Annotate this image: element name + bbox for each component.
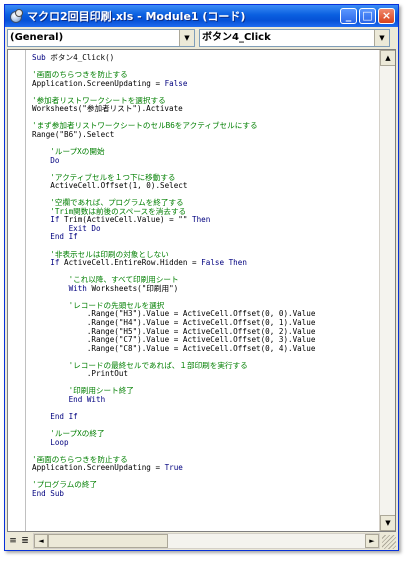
code-line[interactable]: Exit Do: [32, 224, 377, 234]
code-line[interactable]: Do: [32, 155, 377, 166]
code-line[interactable]: .Range("C8").Value = ActiveCell.Offset(0…: [32, 343, 377, 354]
code-keyword: If: [32, 258, 65, 268]
minimize-button[interactable]: _: [340, 8, 357, 24]
code-line[interactable]: Worksheets("参加者リスト").Activate: [32, 105, 377, 114]
code-line[interactable]: End If: [32, 233, 377, 242]
code-keyword: End With: [32, 394, 106, 404]
code-line[interactable]: .PrintOut: [32, 369, 377, 379]
code-token: Application.ScreenUpdating =: [32, 463, 165, 473]
code-line[interactable]: Range("B6").Select: [32, 129, 377, 140]
scroll-left-icon[interactable]: ◄: [34, 534, 48, 548]
code-token: Application.ScreenUpdating =: [32, 78, 165, 88]
code-line[interactable]: Application.ScreenUpdating = True: [32, 463, 377, 473]
code-token: ボタン4_Click(): [50, 53, 115, 62]
code-line[interactable]: Application.ScreenUpdating = False: [32, 78, 377, 89]
code-keyword: Do: [32, 155, 60, 165]
code-line[interactable]: End With: [32, 394, 377, 405]
code-token: .PrintOut: [32, 369, 129, 379]
code-token: Worksheets("参加者リスト").Activate: [32, 104, 183, 114]
code-keyword: Sub: [32, 53, 51, 62]
code-token: ActiveCell.EntireRow.Hidden =: [64, 258, 202, 268]
chevron-down-icon[interactable]: ▼: [374, 30, 389, 46]
close-button[interactable]: ×: [378, 8, 395, 24]
code-keyword: End If: [32, 232, 78, 242]
vertical-scrollbar[interactable]: ▲ ▼: [379, 50, 395, 531]
code-keyword: Loop: [32, 437, 69, 447]
procedure-dropdown-value: ボタン4_Click: [202, 32, 271, 43]
code-line[interactable]: 'プログラムの終了: [32, 481, 377, 490]
bottom-bar: ≡ ≣ ◄ ►: [7, 533, 396, 549]
window-title: マクロ2回目印刷.xls - Module1 (コード): [27, 10, 246, 23]
scroll-down-icon[interactable]: ▼: [380, 515, 395, 531]
maximize-button[interactable]: □: [359, 8, 376, 24]
code-text[interactable]: Sub ボタン4_Click() '画面のちらつきを防止する Application…: [32, 53, 377, 499]
code-token: ActiveCell.Offset(1, 0).Select: [32, 181, 188, 191]
window-controls: _ □ ×: [340, 8, 395, 24]
code-keyword: With: [32, 283, 92, 293]
code-line[interactable]: ActiveCell.Offset(1, 0).Select: [32, 181, 377, 191]
code-token: Range("B6").Select: [32, 129, 115, 139]
code-editor[interactable]: Sub ボタン4_Click() '画面のちらつきを防止する Application…: [7, 49, 396, 532]
code-line[interactable]: End If: [32, 411, 377, 422]
code-line[interactable]: If ActiveCell.EntireRow.Hidden = False T…: [32, 258, 377, 268]
combo-row: (General) ▼ ボタン4_Click ▼: [7, 29, 396, 47]
code-token: .Range("C8").Value = ActiveCell.Offset(0…: [32, 343, 316, 353]
code-keyword: End If: [32, 411, 78, 421]
code-line[interactable]: [32, 404, 377, 413]
code-line[interactable]: Sub ボタン4_Click(): [32, 53, 377, 63]
chevron-down-icon[interactable]: ▼: [179, 30, 194, 46]
object-dropdown[interactable]: (General) ▼: [7, 29, 195, 47]
scroll-up-icon[interactable]: ▲: [380, 50, 395, 66]
code-keyword: End Sub: [32, 488, 65, 498]
code-keyword: False: [164, 78, 188, 88]
horizontal-scrollbar[interactable]: ◄ ►: [33, 533, 380, 549]
procedure-view-button[interactable]: ≡: [7, 534, 19, 548]
vba-module-icon: [9, 9, 23, 23]
code-line[interactable]: 'ループXの開始: [32, 147, 377, 157]
horizontal-scroll-thumb[interactable]: [48, 534, 168, 548]
code-token: Worksheets("印刷用"): [91, 283, 179, 293]
code-keyword: True: [164, 463, 183, 473]
code-line[interactable]: Loop: [32, 437, 377, 448]
code-line[interactable]: 'ループXの終了: [32, 429, 377, 439]
code-window: マクロ2回目印刷.xls - Module1 (コード) _ □ × (Gene…: [4, 4, 399, 551]
scroll-right-icon[interactable]: ►: [365, 534, 379, 548]
title-bar[interactable]: マクロ2回目印刷.xls - Module1 (コード) _ □ ×: [5, 5, 398, 27]
code-margin[interactable]: [8, 50, 26, 531]
code-line[interactable]: End Sub: [32, 488, 377, 499]
code-line[interactable]: With Worksheets("印刷用"): [32, 283, 377, 294]
code-keyword: Then: [192, 215, 211, 225]
procedure-dropdown[interactable]: ボタン4_Click ▼: [199, 29, 390, 47]
object-dropdown-value: (General): [10, 32, 64, 43]
resize-grip-icon[interactable]: [382, 535, 396, 549]
module-view-button[interactable]: ≣: [19, 534, 31, 548]
code-keyword: False Then: [201, 258, 247, 268]
